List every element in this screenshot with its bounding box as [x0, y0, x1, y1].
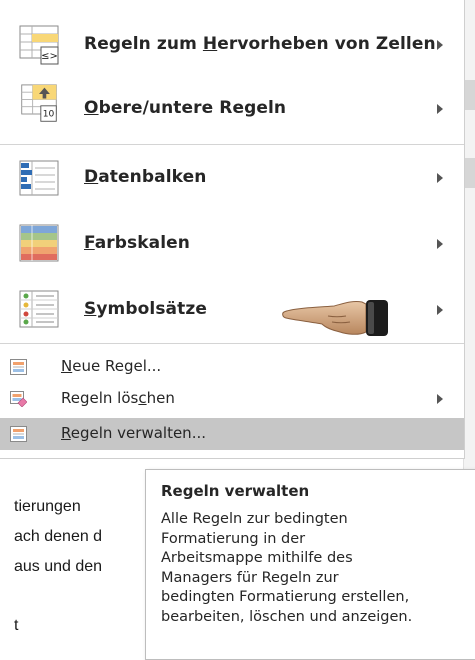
menu-item-label: Datenbalken — [84, 167, 207, 187]
tooltip-title: Regeln verwalten — [161, 482, 310, 500]
conditional-formatting-menu: ≤> Regeln zum Hervorheben von Zellen 10 … — [0, 0, 465, 459]
menu-item-clear-rules[interactable]: Regeln löschen — [0, 383, 464, 415]
menu-item-icon-sets[interactable]: Symbolsätze — [0, 277, 464, 343]
menu-item-manage-rules[interactable]: Regeln verwalten... — [0, 418, 464, 450]
menu-item-label: Symbolsätze — [84, 299, 207, 319]
svg-text:10: 10 — [43, 110, 55, 120]
tooltip-body: Alle Regeln zur bedingten Formatierung i… — [161, 510, 471, 627]
menu-item-color-scales[interactable]: Farbskalen — [0, 211, 464, 277]
manage-rules-icon — [10, 426, 27, 442]
menu-item-data-bars[interactable]: Datenbalken — [0, 145, 464, 211]
document-text-line: t — [14, 617, 19, 634]
menu-item-label: Neue Regel... — [61, 357, 162, 375]
clear-rules-icon — [10, 391, 27, 407]
submenu-arrow-icon — [437, 173, 443, 183]
tooltip-manage-rules: Regeln verwalten Alle Regeln zur bedingt… — [145, 469, 475, 660]
menu-item-new-rule[interactable]: Neue Regel... — [0, 351, 464, 383]
pointing-hand-icon — [282, 300, 388, 336]
data-bars-icon — [19, 160, 59, 196]
menu-item-label: Regeln verwalten... — [61, 424, 206, 442]
tooltip-line: Alle Regeln zur bedingten — [161, 511, 348, 527]
svg-text:≤>: ≤> — [41, 51, 58, 62]
tooltip-line: Formatierung in der — [161, 530, 306, 547]
tooltip-line: bearbeiten, löschen und anzeigen. — [161, 608, 413, 625]
menu-item-label: Regeln zum Hervorheben von Zellen — [84, 34, 436, 54]
tooltip-line: Arbeitsmappe mithilfe des — [161, 550, 353, 566]
sheet-cell — [464, 80, 475, 110]
submenu-arrow-icon — [437, 305, 443, 315]
submenu-arrow-icon — [437, 394, 443, 404]
submenu-arrow-icon — [437, 239, 443, 249]
menu-item-label: Obere/untere Regeln — [84, 98, 287, 118]
document-text-line: ach denen d — [14, 528, 103, 545]
menu-separator — [0, 343, 464, 344]
menu-item-highlight-cells-rules[interactable]: ≤> Regeln zum Hervorheben von Zellen — [0, 12, 464, 78]
top-bottom-rules-icon: 10 — [21, 84, 57, 122]
sheet-cell — [464, 158, 475, 188]
menu-item-top-bottom-rules[interactable]: 10 Obere/untere Regeln — [0, 76, 464, 142]
document-text-line: aus und den — [14, 558, 103, 575]
submenu-arrow-icon — [437, 40, 443, 50]
tooltip-line: Managers für Regeln zur — [161, 569, 339, 586]
menu-item-label: Farbskalen — [84, 233, 190, 253]
color-scales-icon — [19, 224, 59, 262]
tooltip-line: bedingten Formatierung erstellen, — [161, 589, 410, 605]
menu-item-label: Regeln löschen — [61, 389, 175, 407]
icon-sets-icon — [19, 290, 59, 328]
new-rule-icon — [10, 359, 27, 375]
highlight-cells-rules-icon: ≤> — [19, 25, 59, 65]
submenu-arrow-icon — [437, 104, 443, 114]
document-text-line: tierungen — [14, 498, 81, 515]
